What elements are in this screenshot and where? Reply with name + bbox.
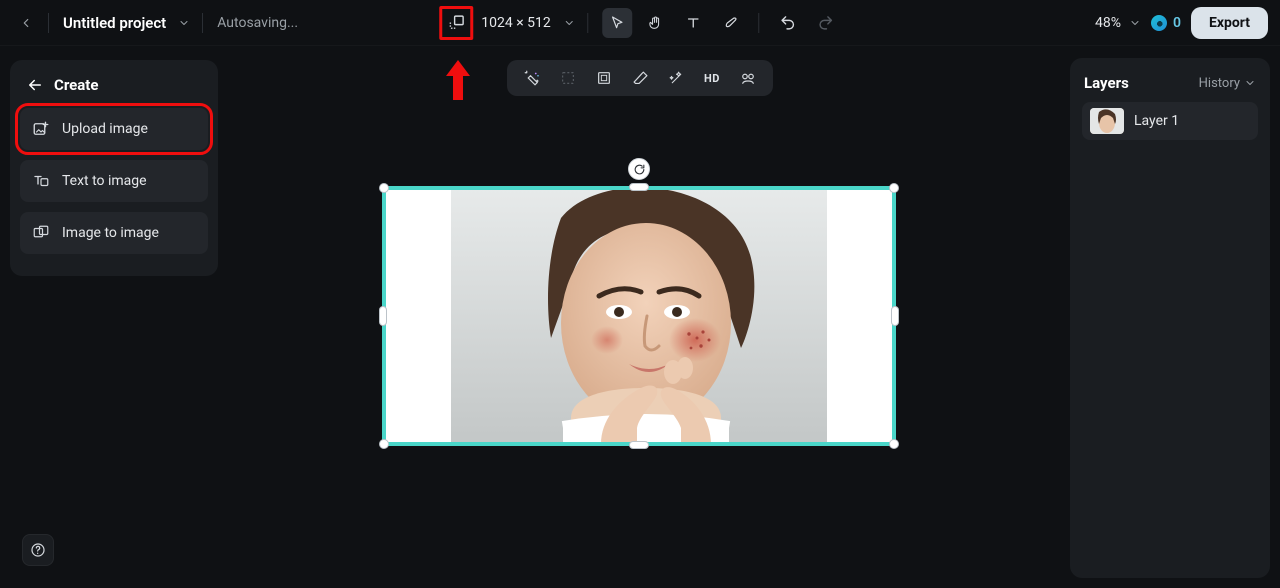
- resize-handle-br[interactable]: [889, 439, 899, 449]
- top-right-tools: 48% 0 Export: [1095, 7, 1268, 39]
- variations-icon[interactable]: [737, 67, 759, 89]
- credits-indicator[interactable]: 0: [1151, 15, 1181, 31]
- resize-handle-t[interactable]: [629, 183, 649, 191]
- canvas-frame: [384, 188, 894, 444]
- top-bar: Untitled project Autosaving... 1024 × 51…: [0, 0, 1280, 46]
- text-to-image-button[interactable]: Text to image: [20, 160, 208, 202]
- upload-image-icon: [32, 120, 50, 138]
- pan-tool[interactable]: [640, 8, 670, 38]
- sidebar-item-label: Image to image: [62, 225, 159, 241]
- project-title[interactable]: Untitled project: [63, 14, 166, 32]
- context-toolbar: HD: [507, 60, 773, 96]
- create-panel-title: Create: [54, 76, 98, 94]
- chevron-down-icon[interactable]: [178, 17, 190, 29]
- text-tool[interactable]: [678, 8, 708, 38]
- layer-name: Layer 1: [1134, 113, 1179, 129]
- zoom-value: 48%: [1095, 15, 1121, 31]
- history-toggle[interactable]: History: [1199, 76, 1256, 91]
- layer-item[interactable]: Layer 1: [1082, 102, 1258, 140]
- chevron-down-icon[interactable]: [563, 17, 575, 29]
- credit-count: 0: [1173, 15, 1181, 31]
- separator: [202, 13, 203, 33]
- canvas-toolbar: 1024 × 512: [439, 6, 841, 40]
- resize-handle-tl[interactable]: [379, 183, 389, 193]
- magic-wand-icon[interactable]: [665, 67, 687, 89]
- separator: [758, 13, 759, 33]
- canvas-dimensions[interactable]: 1024 × 512: [481, 15, 551, 31]
- layers-panel-title: Layers: [1084, 74, 1129, 92]
- layers-panel: Layers History Layer 1: [1070, 58, 1270, 578]
- rotate-handle[interactable]: [628, 158, 650, 180]
- select-tool[interactable]: [602, 8, 632, 38]
- create-panel-back[interactable]: Create: [20, 72, 208, 108]
- help-button[interactable]: [22, 534, 54, 566]
- image-to-image-button[interactable]: Image to image: [20, 212, 208, 254]
- layer-thumbnail: [1090, 108, 1124, 134]
- separator: [48, 13, 49, 33]
- resize-handle-bl[interactable]: [379, 439, 389, 449]
- resize-handle-r[interactable]: [891, 306, 899, 326]
- redo-button: [811, 8, 841, 38]
- eraser-icon[interactable]: [629, 67, 651, 89]
- resize-handle-b[interactable]: [629, 441, 649, 449]
- canvas[interactable]: [384, 188, 894, 444]
- resize-handle-l[interactable]: [379, 306, 387, 326]
- history-label: History: [1199, 76, 1240, 91]
- upload-image-button[interactable]: Upload image: [20, 108, 208, 150]
- zoom-control[interactable]: 48%: [1095, 15, 1141, 31]
- layer-image[interactable]: [451, 188, 827, 444]
- annotation-arrow: [447, 60, 469, 100]
- chevron-down-icon: [1129, 17, 1141, 29]
- magic-select-icon[interactable]: [521, 67, 543, 89]
- sidebar-item-label: Text to image: [62, 173, 147, 189]
- frame-icon[interactable]: [593, 67, 615, 89]
- export-button[interactable]: Export: [1191, 7, 1268, 39]
- create-panel: Create Upload image Text to image Image …: [10, 60, 218, 276]
- image-to-image-icon: [32, 224, 50, 242]
- resize-handle-tr[interactable]: [889, 183, 899, 193]
- text-to-image-icon: [32, 172, 50, 190]
- sidebar-item-label: Upload image: [62, 121, 148, 137]
- crop-square-icon[interactable]: [557, 67, 579, 89]
- autosave-status: Autosaving...: [217, 15, 298, 31]
- undo-button[interactable]: [773, 8, 803, 38]
- back-button[interactable]: [16, 13, 36, 33]
- resize-canvas-button[interactable]: [444, 8, 468, 38]
- credit-icon: [1151, 15, 1167, 31]
- annotation-highlight-resize: [439, 6, 473, 40]
- hd-upscale-button[interactable]: HD: [701, 67, 723, 89]
- brush-tool[interactable]: [716, 8, 746, 38]
- separator: [587, 13, 588, 33]
